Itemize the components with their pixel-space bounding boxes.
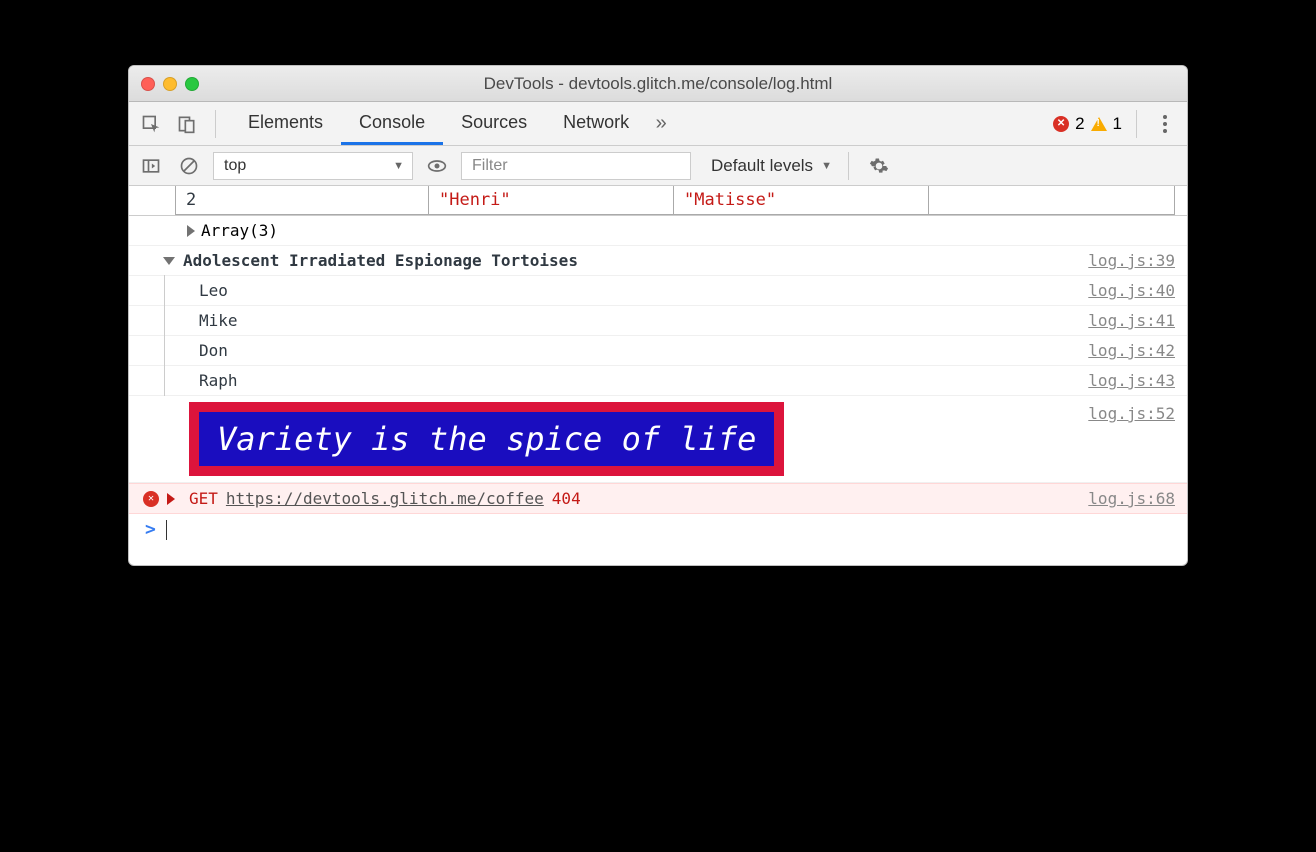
error-icon [1053,116,1069,132]
console-group-header[interactable]: Adolescent Irradiated Espionage Tortoise… [129,246,1187,276]
source-link[interactable]: log.js:39 [1088,251,1175,270]
console-error-row[interactable]: GET https://devtools.glitch.me/coffee 40… [129,483,1187,514]
sidebar-toggle-icon[interactable] [137,152,165,180]
filter-input[interactable]: Filter [461,152,691,180]
error-url[interactable]: https://devtools.glitch.me/coffee [226,489,544,508]
collapse-icon[interactable] [163,257,175,265]
console-log-row[interactable]: Leo log.js:40 [129,276,1187,306]
tab-console[interactable]: Console [341,102,443,145]
prompt-caret-icon: > [145,519,156,540]
issue-counters[interactable]: 2 1 [1053,114,1122,134]
warning-icon [1091,117,1107,131]
expand-icon[interactable] [167,493,175,505]
console-output: 2 "Henri" "Matisse" Array(3) Adolescent … [129,186,1187,545]
table-cell-first: "Henri" [429,186,674,214]
array-label: Array(3) [201,221,278,240]
inspect-element-icon[interactable] [137,110,165,138]
divider [848,152,849,180]
table-cell-index: 2 [176,186,429,214]
titlebar: DevTools - devtools.glitch.me/console/lo… [129,66,1187,102]
source-link[interactable]: log.js:40 [1088,281,1175,300]
console-log-row[interactable]: Mike log.js:41 [129,306,1187,336]
expand-icon[interactable] [187,225,195,237]
warning-count: 1 [1113,114,1122,134]
error-method: GET [189,489,218,508]
console-settings-icon[interactable] [865,152,893,180]
devtools-window: DevTools - devtools.glitch.me/console/lo… [128,65,1188,566]
divider [1136,110,1137,138]
console-prompt[interactable]: > [129,514,1187,545]
text-cursor [166,520,167,540]
error-count: 2 [1075,114,1084,134]
console-table-row[interactable]: 2 "Henri" "Matisse" [129,186,1187,216]
console-log-row[interactable]: Don log.js:42 [129,336,1187,366]
console-array-row[interactable]: Array(3) [129,216,1187,246]
log-text: Leo [199,281,228,300]
console-table: 2 "Henri" "Matisse" [175,186,1175,215]
log-text: Don [199,341,228,360]
divider [215,110,216,138]
log-levels-selector[interactable]: Default levels [711,156,832,176]
console-toolbar: top Filter Default levels [129,146,1187,186]
window-title: DevTools - devtools.glitch.me/console/lo… [129,74,1187,94]
source-link[interactable]: log.js:43 [1088,371,1175,390]
styled-message: Variety is the spice of life [189,402,784,476]
source-link[interactable]: log.js:52 [1088,396,1175,423]
tab-sources[interactable]: Sources [443,102,545,145]
source-link[interactable]: log.js:42 [1088,341,1175,360]
console-styled-row[interactable]: Variety is the spice of life log.js:52 [129,396,1187,483]
traffic-lights [141,77,199,91]
more-tabs-button[interactable]: » [647,102,675,145]
console-log-row[interactable]: Raph log.js:43 [129,366,1187,396]
source-link[interactable]: log.js:41 [1088,311,1175,330]
table-cell-last: "Matisse" [674,186,929,214]
device-toolbar-icon[interactable] [173,110,201,138]
group-title: Adolescent Irradiated Espionage Tortoise… [183,251,578,270]
live-expression-icon[interactable] [423,152,451,180]
minimize-window-button[interactable] [163,77,177,91]
close-window-button[interactable] [141,77,155,91]
log-text: Mike [199,311,238,330]
error-icon [143,491,159,507]
source-link[interactable]: log.js:68 [1088,489,1175,508]
error-status: 404 [552,489,581,508]
main-tabbar: Elements Console Sources Network » 2 1 [129,102,1187,146]
settings-menu-button[interactable] [1151,115,1179,133]
tab-network[interactable]: Network [545,102,647,145]
zoom-window-button[interactable] [185,77,199,91]
table-cell-empty [929,186,1174,214]
log-text: Raph [199,371,238,390]
tab-elements[interactable]: Elements [230,102,341,145]
panel-tabs: Elements Console Sources Network » [230,102,675,145]
context-selector[interactable]: top [213,152,413,180]
clear-console-icon[interactable] [175,152,203,180]
